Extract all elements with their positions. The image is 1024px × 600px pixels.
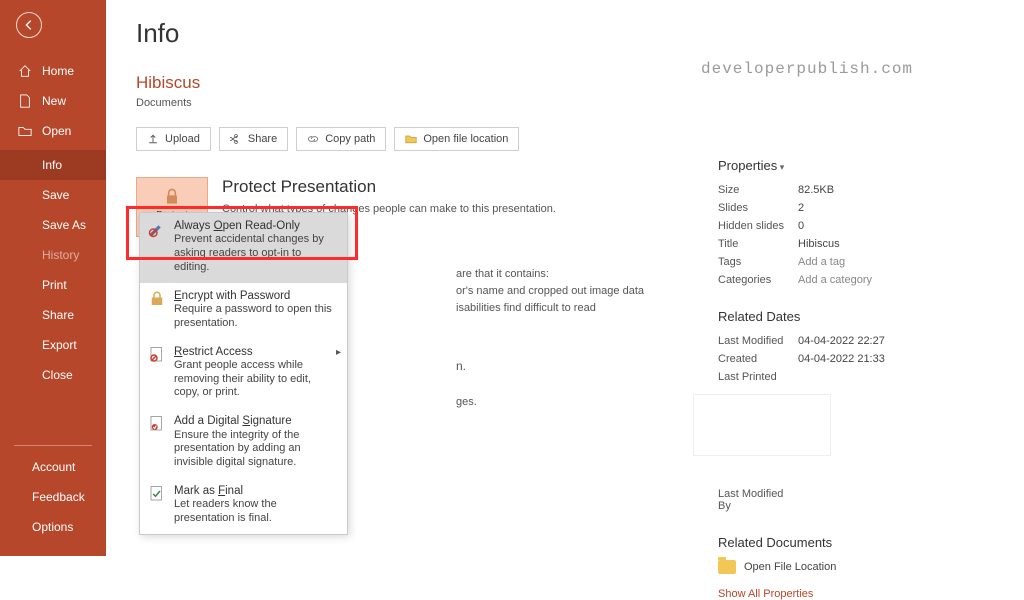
link-icon bbox=[307, 133, 319, 145]
open-icon bbox=[18, 124, 32, 138]
sidebar-separator bbox=[14, 445, 92, 446]
sidebar-item-share[interactable]: Share bbox=[0, 300, 106, 330]
backstage-sidebar: Home New Open Info Save Save As History … bbox=[0, 0, 106, 556]
read-only-icon bbox=[148, 220, 166, 238]
sidebar-item-save[interactable]: Save bbox=[0, 180, 106, 210]
sidebar-label: Save bbox=[42, 188, 69, 202]
sidebar-item-options[interactable]: Options bbox=[0, 512, 106, 542]
sidebar-item-home[interactable]: Home bbox=[0, 56, 106, 86]
menu-item-encrypt-with-password[interactable]: Encrypt with Password Require a password… bbox=[140, 283, 347, 339]
open-file-location-button[interactable]: Open file location bbox=[394, 127, 519, 151]
properties-panel: Properties Size82.5KB Slides2 Hidden sli… bbox=[718, 158, 1024, 600]
sidebar-item-new[interactable]: New bbox=[0, 86, 106, 116]
restrict-icon bbox=[148, 346, 166, 364]
menu-item-add-digital-signature[interactable]: Add a Digital Signature Ensure the integ… bbox=[140, 408, 347, 478]
sidebar-label: New bbox=[42, 94, 66, 108]
related-dates-heading: Related Dates bbox=[718, 309, 1024, 324]
home-icon bbox=[18, 64, 32, 78]
prop-categories[interactable]: Add a category bbox=[798, 274, 872, 286]
sidebar-item-open[interactable]: Open bbox=[0, 116, 106, 146]
lock-icon bbox=[162, 187, 182, 207]
copy-path-button[interactable]: Copy path bbox=[296, 127, 386, 151]
sidebar-item-feedback[interactable]: Feedback bbox=[0, 482, 106, 512]
menu-item-always-open-read-only[interactable]: Always Open Read-Only Prevent accidental… bbox=[140, 213, 347, 283]
button-label: Copy path bbox=[325, 133, 375, 145]
encrypt-icon bbox=[148, 290, 166, 308]
submenu-arrow-icon: ▸ bbox=[336, 347, 341, 358]
mark-final-icon bbox=[148, 485, 166, 503]
protect-heading: Protect Presentation bbox=[222, 177, 556, 197]
sidebar-label: Open bbox=[42, 124, 71, 138]
show-all-properties-link[interactable]: Show All Properties bbox=[718, 588, 1024, 600]
prop-tags[interactable]: Add a tag bbox=[798, 256, 845, 268]
new-icon bbox=[18, 94, 32, 108]
related-documents-heading: Related Documents bbox=[718, 535, 1024, 550]
open-file-location-link[interactable]: Open File Location bbox=[718, 560, 1024, 574]
folder-icon bbox=[718, 560, 736, 574]
sidebar-item-export[interactable]: Export bbox=[0, 330, 106, 360]
sidebar-label: Save As bbox=[42, 218, 86, 232]
arrow-left-icon bbox=[22, 18, 36, 32]
sidebar-label: Home bbox=[42, 64, 74, 78]
sidebar-label: Share bbox=[42, 308, 74, 322]
obscured-text: are that it contains: or's name and crop… bbox=[456, 266, 644, 411]
signature-icon bbox=[148, 415, 166, 433]
menu-item-restrict-access[interactable]: Restrict Access Grant people access whil… bbox=[140, 339, 347, 409]
sidebar-item-saveas[interactable]: Save As bbox=[0, 210, 106, 240]
button-label: Upload bbox=[165, 133, 200, 145]
command-bar: Upload Share Copy path Open file locatio… bbox=[136, 127, 1024, 151]
sidebar-item-print[interactable]: Print bbox=[0, 270, 106, 300]
prop-hidden: 0 bbox=[798, 220, 804, 232]
sidebar-item-close[interactable]: Close bbox=[0, 360, 106, 390]
sidebar-item-history[interactable]: History bbox=[0, 240, 106, 270]
folder-icon bbox=[405, 133, 417, 145]
document-path: Documents bbox=[136, 97, 1024, 109]
back-button[interactable] bbox=[16, 12, 42, 38]
share-icon bbox=[230, 133, 242, 145]
protect-presentation-menu: Always Open Read-Only Prevent accidental… bbox=[139, 212, 348, 535]
sidebar-item-account[interactable]: Account bbox=[0, 452, 106, 482]
prop-created: 04-04-2022 21:33 bbox=[798, 353, 885, 365]
prop-slides: 2 bbox=[798, 202, 804, 214]
page-title: Info bbox=[136, 18, 1024, 49]
sidebar-label: Print bbox=[42, 278, 67, 292]
sidebar-label: Close bbox=[42, 368, 73, 382]
upload-button[interactable]: Upload bbox=[136, 127, 211, 151]
button-label: Open file location bbox=[423, 133, 508, 145]
prop-title[interactable]: Hibiscus bbox=[798, 238, 840, 250]
prop-last-modified: 04-04-2022 22:27 bbox=[798, 335, 885, 347]
share-button[interactable]: Share bbox=[219, 127, 288, 151]
author-placeholder bbox=[693, 394, 831, 456]
menu-item-mark-as-final[interactable]: Mark as Final Let readers know the prese… bbox=[140, 478, 347, 534]
sidebar-item-info[interactable]: Info bbox=[0, 150, 106, 180]
sidebar-label: History bbox=[42, 248, 79, 262]
properties-heading[interactable]: Properties bbox=[718, 158, 1024, 173]
upload-icon bbox=[147, 133, 159, 145]
button-label: Share bbox=[248, 133, 277, 145]
sidebar-label: Export bbox=[42, 338, 77, 352]
sidebar-label: Info bbox=[42, 158, 62, 172]
watermark: developerpublish.com bbox=[701, 60, 913, 78]
prop-size: 82.5KB bbox=[798, 184, 834, 196]
